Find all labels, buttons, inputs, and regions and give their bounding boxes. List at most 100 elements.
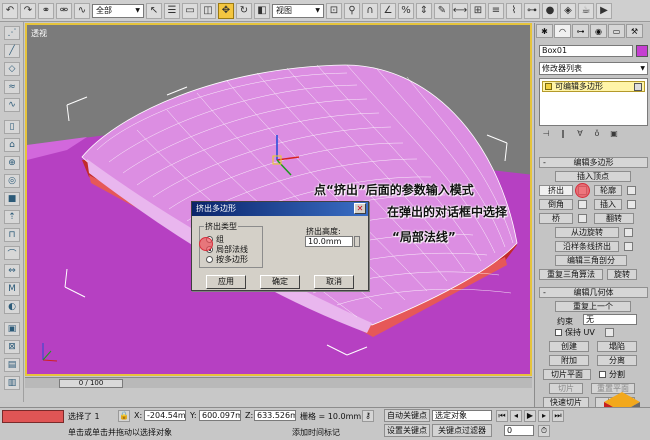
inset-button[interactable]: 插入 bbox=[594, 199, 622, 210]
time-config-icon[interactable]: ⏱ bbox=[538, 425, 550, 437]
window-crossing-icon[interactable]: ◫ bbox=[200, 2, 216, 19]
configure-sets-icon[interactable]: ▣ bbox=[607, 129, 621, 139]
stack-item-editable-poly[interactable]: 可编辑多边形 bbox=[542, 81, 645, 92]
close-icon[interactable]: ✕ bbox=[354, 203, 366, 214]
show-end-result-icon[interactable]: ‖ bbox=[556, 129, 570, 139]
display-tab-icon[interactable]: ▭ bbox=[608, 24, 625, 38]
named-selection-icon[interactable]: ✎ bbox=[434, 2, 450, 19]
angle-snap-icon[interactable]: ∠ bbox=[380, 2, 396, 19]
relax-icon[interactable]: ⊕ bbox=[4, 156, 20, 170]
collapse-button[interactable]: 塌陷 bbox=[597, 341, 637, 352]
selected-objects-dropdown[interactable]: 选定对象 bbox=[432, 410, 492, 421]
key-icon[interactable]: ⚷ bbox=[362, 410, 374, 422]
time-slider[interactable]: 0 / 100 bbox=[59, 379, 123, 388]
extrude-button[interactable]: 挤出 bbox=[539, 185, 573, 196]
slice-plane-button[interactable]: 切片平面 bbox=[543, 369, 591, 380]
flip-button[interactable]: 翻转 bbox=[594, 213, 634, 224]
rollout-edit-geometry[interactable]: - 编辑几何体 bbox=[539, 287, 648, 298]
radio-by-polygon[interactable]: 按多边形 bbox=[206, 254, 248, 265]
align-icon[interactable]: ⊞ bbox=[470, 2, 486, 19]
undo-icon[interactable]: ↶ bbox=[2, 2, 18, 19]
meshsmooth-icon[interactable]: M bbox=[4, 282, 20, 296]
key-filters-button[interactable]: 关键点过滤器 bbox=[432, 424, 492, 437]
spline-icon[interactable]: ⌒ bbox=[4, 246, 20, 260]
spinner-snap-icon[interactable]: ⇕ bbox=[416, 2, 432, 19]
play-icon[interactable]: ▶ bbox=[524, 410, 536, 422]
create-tab-icon[interactable]: ✱ bbox=[536, 24, 553, 38]
extrude-along-spline-settings-icon[interactable] bbox=[624, 242, 633, 251]
extrude-along-spline-button[interactable]: 沿样条线挤出 bbox=[555, 241, 619, 252]
detach-button[interactable]: 分离 bbox=[597, 355, 637, 366]
mirror-icon[interactable]: ⟷ bbox=[452, 2, 468, 19]
render-setup-icon[interactable]: ◈ bbox=[560, 2, 576, 19]
z-coordinate-field[interactable]: 633.526mm bbox=[254, 410, 296, 421]
modify-tab-icon[interactable]: ◠ bbox=[554, 24, 571, 38]
turn-button[interactable]: 旋转 bbox=[607, 269, 637, 280]
repeat-last-button[interactable]: 重复上一个 bbox=[555, 301, 631, 312]
constraints-dropdown[interactable]: 无 bbox=[583, 314, 637, 325]
extrusion-height-field[interactable]: 10.0mm bbox=[305, 236, 353, 247]
chamfer-icon[interactable]: ⌂ bbox=[4, 138, 20, 152]
bridge-settings-icon[interactable] bbox=[578, 214, 587, 223]
outline-settings-icon[interactable] bbox=[627, 186, 636, 195]
object-name-field[interactable]: Box01 bbox=[539, 45, 633, 57]
turbosmooth-icon[interactable]: ◐ bbox=[4, 300, 20, 314]
wave-icon[interactable]: ≈ bbox=[4, 80, 20, 94]
create-button[interactable]: 创建 bbox=[549, 341, 589, 352]
select-manipulate-icon[interactable]: ⚲ bbox=[344, 2, 360, 19]
bind-spacewarp-icon[interactable]: ∿ bbox=[74, 2, 90, 19]
insert-vertex-button[interactable]: 插入顶点 bbox=[555, 171, 631, 182]
ok-button[interactable]: 确定 bbox=[260, 275, 300, 289]
motion-tab-icon[interactable]: ◉ bbox=[590, 24, 607, 38]
snap-toggle-icon[interactable]: ∩ bbox=[362, 2, 378, 19]
select-link-icon[interactable]: ⚭ bbox=[38, 2, 54, 19]
redo-icon[interactable]: ↷ bbox=[20, 2, 36, 19]
material-editor-icon[interactable]: ● bbox=[542, 2, 558, 19]
goto-end-icon[interactable]: ⏭ bbox=[552, 410, 564, 422]
slice-button[interactable]: 切片 bbox=[549, 383, 583, 394]
extrude-tool-icon[interactable]: ⇡ bbox=[4, 210, 20, 224]
maxscript-listener[interactable] bbox=[2, 410, 64, 423]
quick-render-icon[interactable]: ▶ bbox=[596, 2, 612, 19]
x-coordinate-field[interactable]: -204.54mm bbox=[144, 410, 186, 421]
preserve-uv-checkbox[interactable] bbox=[555, 329, 562, 336]
select-by-name-icon[interactable]: ☰ bbox=[164, 2, 180, 19]
scale-icon[interactable]: ◧ bbox=[254, 2, 270, 19]
lock-selection-icon[interactable]: 🔒 bbox=[118, 410, 130, 422]
render-icon[interactable]: ☕ bbox=[578, 2, 594, 19]
current-frame-field[interactable]: 0 bbox=[504, 425, 534, 436]
auto-key-button[interactable]: 自动关键点 bbox=[384, 409, 430, 422]
outline-button[interactable]: 轮廓 bbox=[594, 185, 622, 196]
timeline[interactable]: 0 / 100 bbox=[25, 377, 532, 388]
reference-coord-dropdown[interactable]: 视图 ▼ bbox=[272, 3, 324, 18]
rollout-edit-polygons[interactable]: - 编辑多边形 bbox=[539, 157, 648, 168]
edge-icon[interactable]: ╱ bbox=[4, 44, 20, 58]
object-color-swatch[interactable] bbox=[636, 45, 648, 57]
stack-item-toggle-icon[interactable] bbox=[634, 82, 642, 91]
preserve-uv-settings-icon[interactable] bbox=[605, 328, 614, 337]
make-unique-icon[interactable]: ∀ bbox=[573, 129, 587, 139]
unlink-icon[interactable]: ⚮ bbox=[56, 2, 72, 19]
perspective-viewport[interactable]: 透视 bbox=[25, 23, 532, 376]
schematic-view-icon[interactable]: ⊶ bbox=[524, 2, 540, 19]
shell-icon[interactable]: ▤ bbox=[4, 358, 20, 372]
symmetry-icon[interactable]: ⇔ bbox=[4, 264, 20, 278]
hinge-from-edge-button[interactable]: 从边旋转 bbox=[555, 227, 619, 238]
edit-triangulation-button[interactable]: 编辑三角剖分 bbox=[555, 255, 627, 266]
hinge-settings-icon[interactable] bbox=[624, 228, 633, 237]
pin-stack-icon[interactable]: ⊣ bbox=[539, 129, 553, 139]
hierarchy-tab-icon[interactable]: ⊶ bbox=[572, 24, 589, 38]
vertex-icon[interactable]: ⋰ bbox=[4, 26, 20, 40]
rotate-icon[interactable]: ↻ bbox=[236, 2, 252, 19]
uvw-map-icon[interactable]: ▣ bbox=[4, 322, 20, 336]
remove-modifier-icon[interactable]: ǒ bbox=[590, 129, 604, 139]
utilities-tab-icon[interactable]: ⚒ bbox=[626, 24, 643, 38]
prev-frame-icon[interactable]: ◂ bbox=[510, 410, 522, 422]
retriangulate-button[interactable]: 重复三角算法 bbox=[539, 269, 603, 280]
cylinder-icon[interactable]: ▯ bbox=[4, 120, 20, 134]
layer-manager-icon[interactable]: ≡ bbox=[488, 2, 504, 19]
attach-button[interactable]: 附加 bbox=[549, 355, 589, 366]
selection-filter-dropdown[interactable]: 全部 ▼ bbox=[92, 3, 144, 18]
unwrap-icon[interactable]: ⊠ bbox=[4, 340, 20, 354]
split-checkbox[interactable] bbox=[599, 371, 606, 378]
